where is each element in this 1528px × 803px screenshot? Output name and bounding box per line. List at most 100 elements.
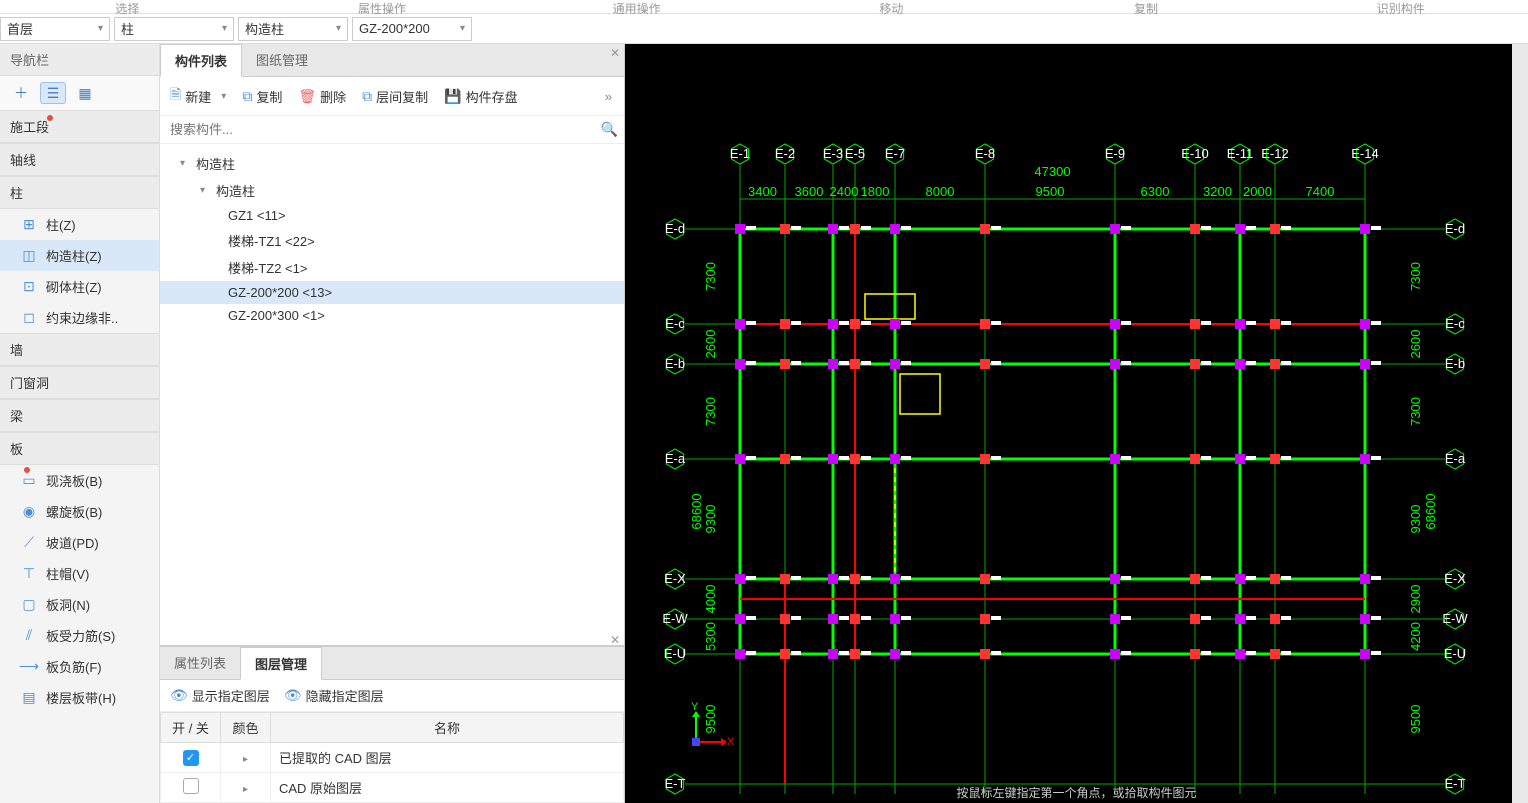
svg-text:E-14: E-14 [1351,146,1378,161]
copy-button[interactable]: ⧉复制 [238,84,286,109]
delete-button[interactable]: 🗑删除 [294,84,350,109]
tree-item[interactable]: GZ1 <11> [160,204,624,227]
search-row: 🔍 [160,116,624,144]
floor-dropdown[interactable]: 首层▾ [0,17,110,41]
chevron-down-icon: ▾ [460,23,465,34]
cat-beam[interactable]: 梁 [0,399,159,432]
sidebar-item-slab[interactable]: ⊤柱帽(V) [0,558,159,589]
menu-item[interactable]: 识别构件 [1273,0,1528,13]
list-view-button[interactable]: ☰ [40,82,66,104]
sidebar-item-label: 坡道(PD) [46,533,149,552]
sidebar-item-slab[interactable]: ▤楼层板带(H) [0,682,159,713]
sidebar-item-slab[interactable]: ⫽板受力筋(S) [0,620,159,651]
chevron-down-icon: ▾ [222,23,227,34]
more-button[interactable]: » [599,87,618,106]
caret-right-icon[interactable]: ▸ [243,754,248,765]
svg-text:47300: 47300 [1034,164,1070,179]
cat-axis[interactable]: 轴线 [0,143,159,176]
svg-text:6300: 6300 [1141,184,1170,199]
tab-component-list[interactable]: 构件列表 [160,44,242,77]
tab-attributes[interactable]: 属性列表 [160,647,240,679]
layer-row[interactable]: ▸CAD 原始图层 [161,773,624,803]
save-button[interactable]: 💾构件存盘 [440,84,521,109]
checkbox[interactable] [183,778,199,794]
menu-item[interactable]: 选择 [0,0,255,13]
slab-icon: ⫽ [20,628,38,644]
menu-item[interactable]: 通用操作 [509,0,764,13]
svg-text:E-3: E-3 [823,146,843,161]
svg-text:E-a: E-a [665,451,686,466]
sidebar-item-slab[interactable]: ▢板洞(N) [0,589,159,620]
tab-layers[interactable]: 图层管理 [240,647,322,680]
type-dropdown[interactable]: 构造柱▾ [238,17,348,41]
layer-row[interactable]: ✓▸已提取的 CAD 图层 [161,743,624,773]
cat-construction[interactable]: 施工段 [0,110,159,143]
sidebar-item-column[interactable]: ⊞柱(Z) [0,209,159,240]
plus-icon: ＋ [14,83,28,103]
svg-text:1800: 1800 [861,184,890,199]
column-icon: ⊞ [20,217,38,233]
menu-item[interactable]: 复制 [1019,0,1274,13]
svg-text:2900: 2900 [1408,585,1423,614]
vertical-scrollbar[interactable] [1512,44,1528,803]
origin-icon [692,738,700,746]
menu-item[interactable]: 属性操作 [255,0,510,13]
svg-text:E-1: E-1 [730,146,750,161]
grid-view-button[interactable]: ▦ [72,82,98,104]
svg-text:E-2: E-2 [775,146,795,161]
layer-table: 开 / 关 颜色 名称 ✓▸已提取的 CAD 图层▸CAD 原始图层 [160,712,624,803]
svg-text:9500: 9500 [1408,705,1423,734]
close-icon[interactable]: ✕ [610,46,620,60]
sidebar-item-column[interactable]: ◫构造柱(Z) [0,240,159,271]
sidebar-item-slab[interactable]: ⟶板负筋(F) [0,651,159,682]
tree-item[interactable]: 楼梯-TZ2 <1> [160,254,624,281]
floor-copy-button[interactable]: ⧉层间复制 [358,84,432,109]
layer-tabs: 属性列表 图层管理 [160,647,624,680]
column-icon: ⊡ [20,279,38,295]
svg-text:7300: 7300 [703,397,718,426]
sidebar-item-slab[interactable]: ⟋坡道(PD) [0,527,159,558]
new-button[interactable]: 🗎新建▾ [166,81,230,111]
menu-item[interactable]: 移动 [764,0,1019,13]
svg-text:9500: 9500 [703,705,718,734]
eye-icon: 👁 [170,687,188,704]
tree-group[interactable]: ▾构造柱 [160,177,624,204]
show-layer-button[interactable]: 👁显示指定图层 [170,686,270,705]
list-icon: ☰ [47,85,60,102]
tree-item[interactable]: GZ-200*300 <1> [160,304,624,327]
sidebar-item-slab[interactable]: ▭现浇板(B) [0,465,159,496]
caret-right-icon[interactable]: ▸ [243,784,248,795]
tree-item[interactable]: GZ-200*200 <13> [160,281,624,304]
tree-item[interactable]: 楼梯-TZ1 <22> [160,227,624,254]
slab-icon: ▤ [20,690,38,706]
hide-layer-button[interactable]: 👁隐藏指定图层 [284,686,384,705]
type-label: 构造柱 [245,19,284,38]
search-icon[interactable]: 🔍 [601,121,618,138]
sidebar-item-slab[interactable]: ◉螺旋板(B) [0,496,159,527]
checkbox[interactable]: ✓ [183,750,199,766]
search-input[interactable] [166,118,601,141]
cat-slab[interactable]: 板 [0,432,159,465]
category-label: 柱 [121,19,134,38]
cat-opening[interactable]: 门窗洞 [0,366,159,399]
category-dropdown[interactable]: 柱▾ [114,17,234,41]
top-menu: 选择 属性操作 通用操作 移动 复制 识别构件 [0,0,1528,14]
close-icon[interactable]: ✕ [610,633,620,647]
th-toggle: 开 / 关 [161,713,221,743]
tab-drawing-manage[interactable]: 图纸管理 [242,44,322,76]
instance-dropdown[interactable]: GZ-200*200▾ [352,17,472,41]
svg-text:4200: 4200 [1408,622,1423,651]
floor-label: 首层 [7,19,33,38]
sidebar-item-column[interactable]: ◻约束边缘非.. [0,302,159,333]
svg-text:E-X: E-X [664,571,686,586]
cat-wall[interactable]: 墙 [0,333,159,366]
svg-text:E-11: E-11 [1227,146,1254,161]
status-hint: 按鼠标左键指定第一个角点，或拾取构件图元 [956,784,1196,801]
component-tree: ▾构造柱 ▾构造柱 GZ1 <11>楼梯-TZ1 <22>楼梯-TZ2 <1>G… [160,144,624,645]
tree-root[interactable]: ▾构造柱 [160,150,624,177]
sidebar-item-column[interactable]: ⊡砌体柱(Z) [0,271,159,302]
add-view-button[interactable]: ＋ [8,82,34,104]
cad-viewport[interactable]: E-1E-2E-3E-5E-7E-8E-9E-10E-11E-12E-14473… [625,44,1528,803]
cat-column[interactable]: 柱 [0,176,159,209]
svg-text:E-T: E-T [665,776,686,791]
